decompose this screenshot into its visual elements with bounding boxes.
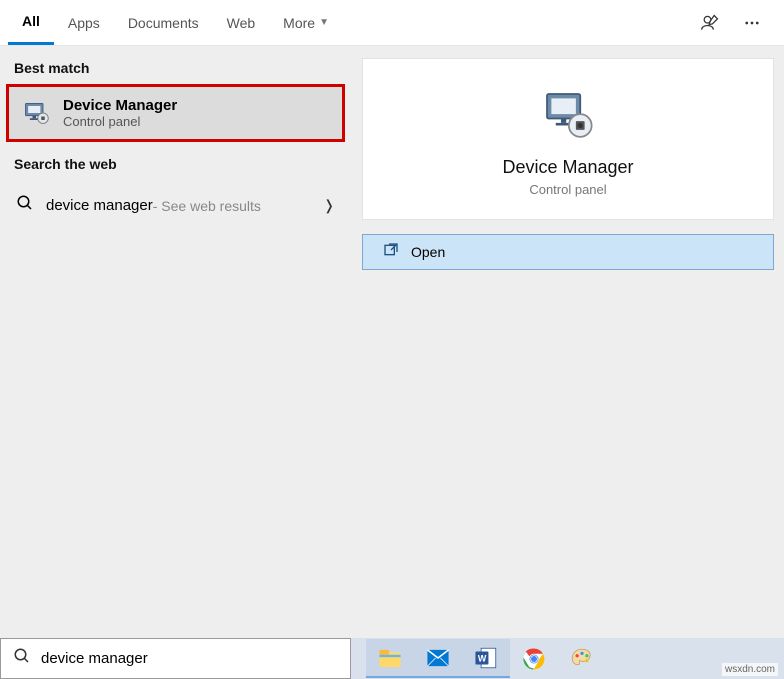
watermark: wsxdn.com bbox=[722, 663, 778, 676]
result-text: Device Manager Control panel bbox=[63, 97, 177, 129]
tab-label: More bbox=[283, 15, 315, 31]
tab-web[interactable]: Web bbox=[213, 1, 270, 45]
taskbar-app-word[interactable]: W bbox=[462, 639, 510, 678]
tab-label: Documents bbox=[128, 15, 199, 31]
web-result-suffix: - See web results bbox=[153, 198, 261, 214]
preview-subtitle: Control panel bbox=[529, 182, 606, 197]
chevron-down-icon: ▼ bbox=[319, 17, 329, 28]
search-input[interactable] bbox=[41, 650, 338, 667]
open-label: Open bbox=[411, 244, 445, 260]
taskbar-app-paint[interactable] bbox=[558, 639, 606, 678]
open-button[interactable]: Open bbox=[362, 234, 774, 270]
more-options-icon[interactable] bbox=[738, 9, 766, 37]
preview-title: Device Manager bbox=[502, 157, 633, 178]
results-panel: Best match Device Manager Control panel … bbox=[0, 46, 351, 638]
taskbar-search[interactable] bbox=[0, 638, 351, 679]
taskbar-apps: W bbox=[356, 638, 606, 679]
device-manager-icon bbox=[21, 98, 51, 128]
taskbar-app-mail[interactable] bbox=[414, 639, 462, 678]
device-manager-icon-large bbox=[540, 87, 596, 143]
tab-apps[interactable]: Apps bbox=[54, 1, 114, 45]
search-icon bbox=[16, 194, 34, 217]
search-icon bbox=[13, 647, 31, 670]
result-title: Device Manager bbox=[63, 97, 177, 114]
svg-text:W: W bbox=[478, 653, 487, 663]
result-subtitle: Control panel bbox=[63, 114, 177, 129]
open-icon bbox=[383, 242, 399, 263]
preview-card: Device Manager Control panel bbox=[362, 58, 774, 220]
web-result-query: device manager bbox=[46, 197, 153, 214]
tab-all[interactable]: All bbox=[8, 1, 54, 45]
main-area: Best match Device Manager Control panel … bbox=[0, 46, 784, 638]
section-best-match: Best match bbox=[0, 46, 351, 84]
taskbar: W wsxdn.com bbox=[0, 638, 784, 679]
taskbar-app-chrome[interactable] bbox=[510, 639, 558, 678]
tab-label: Web bbox=[227, 15, 256, 31]
feedback-icon[interactable] bbox=[696, 9, 724, 37]
taskbar-app-file-explorer[interactable] bbox=[366, 639, 414, 678]
result-device-manager[interactable]: Device Manager Control panel bbox=[6, 84, 345, 142]
chevron-right-icon: ❭ bbox=[323, 197, 335, 214]
preview-panel: Device Manager Control panel Open bbox=[351, 46, 784, 638]
web-result-row[interactable]: device manager - See web results ❭ bbox=[0, 180, 351, 231]
filter-tabs: All Apps Documents Web More ▼ bbox=[0, 0, 784, 46]
tab-more[interactable]: More ▼ bbox=[269, 1, 343, 45]
tabs-right-actions bbox=[696, 9, 776, 37]
section-search-web: Search the web bbox=[0, 142, 351, 180]
tab-documents[interactable]: Documents bbox=[114, 1, 213, 45]
tab-label: Apps bbox=[68, 15, 100, 31]
tab-label: All bbox=[22, 13, 40, 29]
